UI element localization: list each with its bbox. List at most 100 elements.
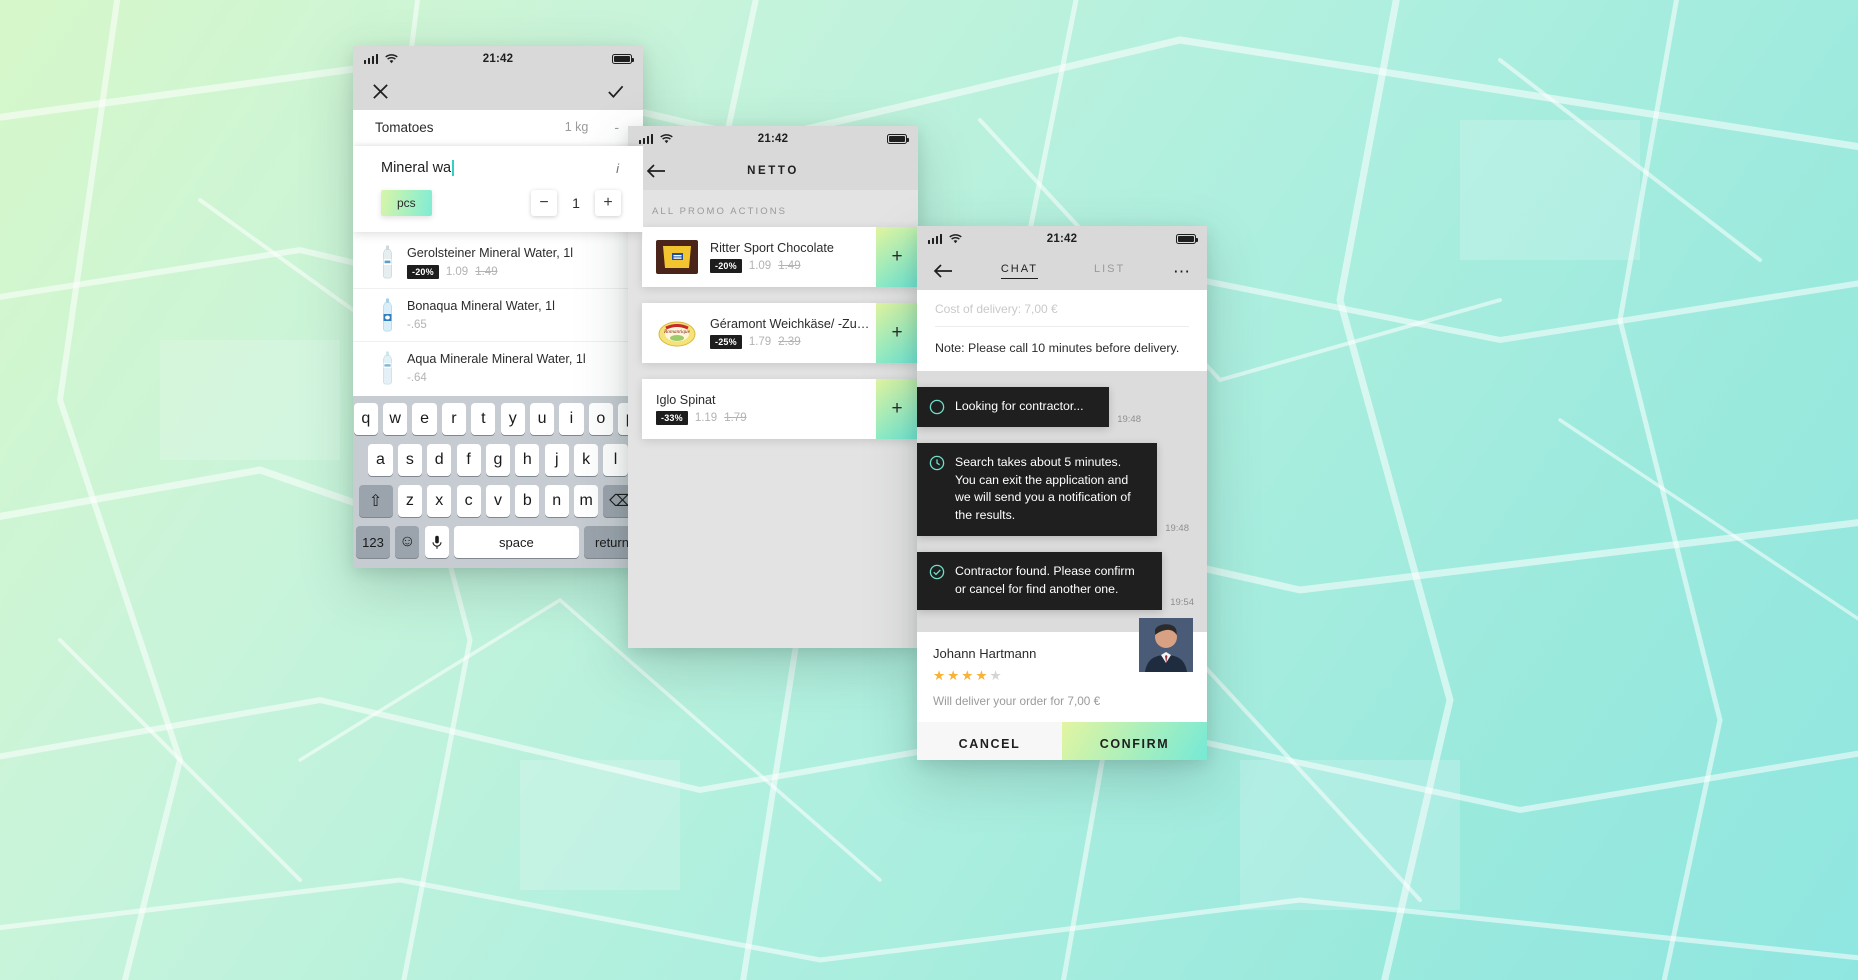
key-s[interactable]: s xyxy=(397,444,422,476)
store-title: NETTO xyxy=(747,165,799,177)
add-to-cart-button[interactable]: + xyxy=(876,227,918,287)
price-current: 1.79 xyxy=(748,336,772,348)
divider xyxy=(935,326,1189,327)
key-b[interactable]: b xyxy=(515,485,540,517)
list-item-tomatoes[interactable]: Tomatoes 1 kg - xyxy=(353,110,643,146)
close-icon[interactable] xyxy=(371,82,390,101)
key-u[interactable]: u xyxy=(529,403,555,435)
key-j[interactable]: j xyxy=(544,444,569,476)
key-q[interactable]: q xyxy=(353,403,378,435)
search-result-item[interactable]: Bonaqua Mineral Water, 1l -.65 xyxy=(353,289,643,343)
key-g[interactable]: g xyxy=(485,444,511,476)
battery-icon xyxy=(887,134,910,144)
price-old: 1.49 xyxy=(475,266,498,279)
key-a[interactable]: a xyxy=(368,444,393,476)
clock-icon xyxy=(929,455,945,471)
key-f[interactable]: f xyxy=(456,444,481,476)
chocolate-image xyxy=(656,240,698,274)
price-current: -.64 xyxy=(407,371,427,384)
list-item-qty: 1 kg xyxy=(564,120,589,134)
search-result-name: Bonaqua Mineral Water, 1l xyxy=(407,299,555,314)
promo-item[interactable]: Iglo Spinat -33% 1.19 1.79 + xyxy=(642,379,918,439)
status-time: 21:42 xyxy=(482,53,514,65)
confirm-button[interactable]: CONFIRM xyxy=(1062,721,1207,760)
keyboard-row-4: 123 ☺ space return xyxy=(356,526,640,558)
emoji-key[interactable]: ☺ xyxy=(395,526,420,558)
keyboard-row-2: a s d f g h j k l xyxy=(356,444,640,476)
discount-badge: -20% xyxy=(710,259,742,273)
key-y[interactable]: y xyxy=(500,403,525,435)
numbers-key[interactable]: 123 xyxy=(356,526,390,558)
list-item-name: Tomatoes xyxy=(375,119,434,135)
price-old: 2.39 xyxy=(778,336,801,348)
status-time: 21:42 xyxy=(757,133,789,145)
key-e[interactable]: e xyxy=(412,403,437,435)
search-result-item[interactable]: Gerolsteiner Mineral Water, 1l -20% 1.09… xyxy=(353,236,643,290)
circle-icon xyxy=(929,399,945,415)
key-d[interactable]: d xyxy=(427,444,452,476)
key-o[interactable]: o xyxy=(588,403,613,435)
space-key[interactable]: space xyxy=(453,526,579,558)
battery-icon xyxy=(1176,234,1199,244)
key-z[interactable]: z xyxy=(397,485,422,517)
key-t[interactable]: t xyxy=(471,403,496,435)
key-h[interactable]: h xyxy=(515,444,540,476)
contractor-actions: CANCEL CONFIRM xyxy=(917,721,1207,760)
key-x[interactable]: x xyxy=(427,485,452,517)
search-result-meta: -20% 1.09 1.49 xyxy=(407,265,573,280)
search-result-meta: -.65 xyxy=(407,319,555,331)
key-c[interactable]: c xyxy=(456,485,481,517)
water-bottle-icon xyxy=(383,351,392,385)
key-i[interactable]: i xyxy=(559,403,584,435)
add-to-cart-button[interactable]: + xyxy=(876,379,918,439)
contractor-card: Johann Hartmann ★★★★★ Will deliver your … xyxy=(917,617,1207,722)
info-icon[interactable]: i xyxy=(616,161,621,176)
add-to-cart-button[interactable]: + xyxy=(876,303,918,363)
promo-item[interactable]: Ritter Sport Chocolate -20% 1.09 1.49 + xyxy=(642,227,918,287)
price-current: 1.19 xyxy=(694,412,718,424)
chat-message: Search takes about 5 minutes. You can ex… xyxy=(917,442,1189,537)
chat-bubble: Contractor found. Please confirm or canc… xyxy=(917,552,1162,610)
chat-message-text: Contractor found. Please confirm or canc… xyxy=(955,564,1135,596)
check-icon[interactable] xyxy=(606,82,625,101)
status-time: 21:42 xyxy=(1046,233,1078,245)
key-w[interactable]: w xyxy=(383,403,408,435)
search-result-text: Aqua Minerale Mineral Water, 1l -.64 xyxy=(407,351,586,383)
chat-timestamp: 19:48 xyxy=(1117,413,1141,425)
back-arrow-icon[interactable] xyxy=(933,264,953,278)
mic-key[interactable] xyxy=(424,526,449,558)
promo-info: Ritter Sport Chocolate -20% 1.09 1.49 xyxy=(710,241,876,273)
quantity-decrease-button[interactable]: − xyxy=(531,190,557,216)
shift-key[interactable]: ⇧ xyxy=(358,485,393,517)
quantity-increase-button[interactable]: + xyxy=(595,190,621,216)
key-k[interactable]: k xyxy=(574,444,599,476)
price-old: 1.79 xyxy=(724,412,747,424)
discount-badge: -25% xyxy=(710,335,742,349)
tab-list[interactable]: LIST xyxy=(1094,263,1125,279)
key-r[interactable]: r xyxy=(441,403,467,435)
item-name-value: Mineral wa xyxy=(381,160,452,176)
promo-meta: -20% 1.09 1.49 xyxy=(710,259,876,273)
search-result-name: Aqua Minerale Mineral Water, 1l xyxy=(407,352,586,367)
item-name-input[interactable]: Mineral wa i xyxy=(353,160,643,176)
quantity-value: 1 xyxy=(572,195,580,211)
cancel-button[interactable]: CANCEL xyxy=(917,721,1062,760)
key-v[interactable]: v xyxy=(485,485,511,517)
unit-chip-pcs[interactable]: pcs xyxy=(381,190,432,216)
search-result-item[interactable]: Aqua Minerale Mineral Water, 1l -.64 xyxy=(353,342,643,394)
svg-text:Romantique: Romantique xyxy=(663,329,691,335)
tab-chat[interactable]: CHAT xyxy=(1000,263,1038,279)
list-item-remove-button[interactable]: - xyxy=(614,119,621,135)
key-m[interactable]: m xyxy=(574,485,599,517)
avatar-image xyxy=(1139,617,1193,672)
promo-item[interactable]: Romantique Géramont Weichkäse/ -Zuberei.… xyxy=(642,303,918,363)
more-options-icon[interactable]: ⋯ xyxy=(1173,263,1191,280)
key-n[interactable]: n xyxy=(544,485,569,517)
chat-bubble: Search takes about 5 minutes. You can ex… xyxy=(917,442,1157,537)
key-l[interactable]: l xyxy=(603,444,628,476)
price-current: 1.09 xyxy=(445,266,469,279)
quantity-stepper: − 1 + xyxy=(531,190,621,216)
search-results: Gerolsteiner Mineral Water, 1l -20% 1.09… xyxy=(353,232,643,394)
check-circle-icon xyxy=(929,564,945,580)
search-result-name: Gerolsteiner Mineral Water, 1l xyxy=(407,246,574,260)
